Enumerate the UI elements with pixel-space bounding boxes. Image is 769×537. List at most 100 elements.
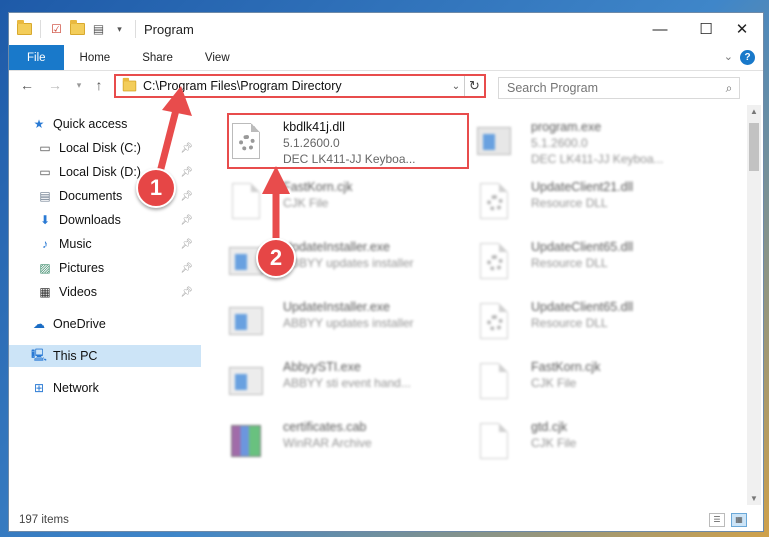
dll-gear-icon — [477, 181, 511, 221]
pin-icon[interactable]: 📌︎ — [180, 239, 193, 250]
recent-locations-icon[interactable]: ▾ — [69, 80, 89, 91]
file-type: Resource DLL — [531, 256, 608, 270]
sidebar-item-onedrive[interactable]: ☁ OneDrive — [9, 313, 201, 335]
generic-file-icon — [229, 181, 263, 221]
sidebar-item-music[interactable]: ♪ Music 📌︎ — [9, 233, 201, 255]
pin-icon[interactable]: 📌︎ — [180, 287, 193, 298]
file-item[interactable]: UpdateClient65.dll Resource DLL — [453, 233, 687, 291]
expand-ribbon-icon[interactable]: ⌄ — [724, 50, 733, 63]
quick-access-toolbar: ☑ ▤ ▾ — [9, 13, 138, 45]
address-path[interactable]: C:\Program Files\Program Directory — [143, 79, 448, 93]
pin-icon[interactable]: 📌︎ — [180, 167, 193, 178]
file-item[interactable]: UpdateClient21.dll Resource DLL — [453, 173, 687, 231]
sidebar-item-label: Music — [59, 237, 92, 251]
refresh-icon[interactable]: ↻ — [464, 76, 484, 96]
dll-gear-icon — [477, 301, 511, 341]
file-item[interactable]: certificates.cab WinRAR Archive — [205, 413, 439, 471]
documents-icon: ▤ — [39, 189, 51, 203]
file-item[interactable]: FastKorn.cjk CJK File — [205, 173, 439, 231]
file-item-program-exe[interactable]: program.exe 5.1.2600.0 DEC LK411-JJ Keyb… — [453, 113, 687, 171]
file-name: UpdateInstaller.exe — [283, 300, 391, 314]
sidebar-item-pictures[interactable]: ▨ Pictures 📌︎ — [9, 257, 201, 279]
star-icon: ★ — [33, 117, 45, 131]
status-bar: 197 items — [9, 509, 763, 531]
file-type: CJK File — [531, 376, 577, 390]
chevron-down-icon[interactable]: ⌄ — [448, 81, 464, 92]
file-name: UpdateClient21.dll — [531, 180, 634, 194]
tab-view[interactable]: View — [189, 45, 246, 70]
tab-share[interactable]: Share — [126, 45, 189, 70]
details-view-icon[interactable]: ☰ — [709, 513, 725, 527]
file-description: DEC LK411-JJ Keyboa... — [531, 152, 664, 166]
file-item[interactable]: AbbyySTI.exe ABBYY sti event hand... — [205, 353, 439, 411]
dll-gear-icon — [477, 241, 511, 281]
app-window-icon — [229, 361, 263, 401]
search-icon[interactable]: ⌕ — [719, 81, 739, 96]
scrollbar-thumb[interactable] — [749, 123, 759, 171]
file-item[interactable]: UpdateInstaller.exe ABBYY updates instal… — [205, 233, 439, 291]
file-type: ABBYY sti event hand... — [283, 376, 411, 390]
file-name: program.exe — [531, 120, 602, 134]
properties-icon[interactable]: ☑ — [49, 22, 64, 37]
sidebar-item-label: Quick access — [53, 117, 128, 131]
file-item[interactable]: UpdateClient65.dll Resource DLL — [453, 293, 687, 351]
network-icon: ⊞ — [33, 381, 45, 395]
file-list: kbdlk41j.dll 5.1.2600.0 DEC LK411-JJ Key… — [205, 105, 737, 505]
step-1-badge: 1 — [136, 168, 176, 208]
vertical-scrollbar[interactable]: ▲ ▼ — [747, 105, 761, 505]
ribbon-tabs: File Home Share View ⌄ ? — [9, 45, 763, 71]
address-bar[interactable]: C:\Program Files\Program Directory ⌄ ↻ — [114, 74, 486, 98]
back-arrow-icon[interactable]: ← — [17, 77, 37, 93]
pin-icon[interactable]: 📌︎ — [180, 215, 193, 226]
tab-file[interactable]: File — [9, 45, 64, 70]
video-icon: ▦ — [39, 285, 51, 299]
file-name: certificates.cab — [283, 420, 367, 434]
file-item[interactable]: UpdateInstaller.exe ABBYY updates instal… — [205, 293, 439, 351]
pin-icon[interactable]: 📌︎ — [180, 263, 193, 274]
file-name: gtd.cjk — [531, 420, 568, 434]
chevron-down-icon[interactable]: ▾ — [112, 22, 127, 37]
minimize-button[interactable]: — — [637, 13, 683, 45]
sidebar-item-videos[interactable]: ▦ Videos 📌︎ — [9, 281, 201, 303]
scroll-up-icon[interactable]: ▲ — [747, 107, 761, 116]
sidebar-item-local-disk-c[interactable]: ▭ Local Disk (C:) 📌︎ — [9, 137, 201, 159]
sidebar-item-label: Local Disk (C:) — [59, 141, 141, 155]
file-type: Resource DLL — [531, 316, 608, 330]
new-folder-icon[interactable] — [70, 20, 85, 35]
window-title: Program — [144, 21, 194, 37]
step-2-badge: 2 — [256, 238, 296, 278]
file-version: 5.1.2600.0 — [531, 136, 588, 150]
sidebar-item-label: Pictures — [59, 261, 105, 275]
file-explorer-window: ☑ ▤ ▾ Program — ☐ ✕ File Home Share View… — [8, 12, 764, 532]
sidebar-item-this-pc[interactable]: 🖳︎ This PC — [9, 345, 201, 367]
tab-home[interactable]: Home — [64, 45, 127, 70]
sidebar-item-network[interactable]: ⊞ Network — [9, 377, 201, 399]
up-arrow-icon[interactable]: ↑ — [89, 77, 109, 93]
pin-icon[interactable]: 📌︎ — [180, 143, 193, 154]
generic-file-icon — [477, 421, 511, 461]
pictures-icon: ▨ — [39, 261, 51, 275]
highlight-box — [227, 113, 469, 169]
sidebar-item-downloads[interactable]: ⬇ Downloads 📌︎ — [9, 209, 201, 231]
sidebar-item-label: OneDrive — [53, 317, 106, 331]
toolbar-divider — [40, 20, 41, 38]
sidebar-item-label: Videos — [59, 285, 97, 299]
help-icon[interactable]: ? — [740, 50, 755, 65]
forward-arrow-icon[interactable]: → — [45, 77, 65, 93]
file-type: CJK File — [283, 196, 329, 210]
file-item[interactable]: FastKorn.cjk CJK File — [453, 353, 687, 411]
file-type: Resource DLL — [531, 196, 608, 210]
file-name: AbbyySTI.exe — [283, 360, 361, 374]
search-input[interactable] — [499, 81, 719, 95]
scroll-down-icon[interactable]: ▼ — [747, 494, 761, 503]
customize-toolbar-icon[interactable]: ▤ — [91, 22, 106, 37]
large-icons-view-icon[interactable]: ▦ — [731, 513, 747, 527]
pin-icon[interactable]: 📌︎ — [180, 191, 193, 202]
sidebar-item-quick-access[interactable]: ★ Quick access — [9, 113, 201, 135]
close-button[interactable]: ✕ — [719, 13, 763, 45]
search-box[interactable]: ⌕ — [498, 77, 740, 99]
file-item[interactable]: gtd.cjk CJK File — [453, 413, 687, 471]
toolbar-divider — [135, 20, 136, 38]
folder-icon — [17, 20, 32, 35]
file-type: ABBYY updates installer — [283, 316, 414, 330]
